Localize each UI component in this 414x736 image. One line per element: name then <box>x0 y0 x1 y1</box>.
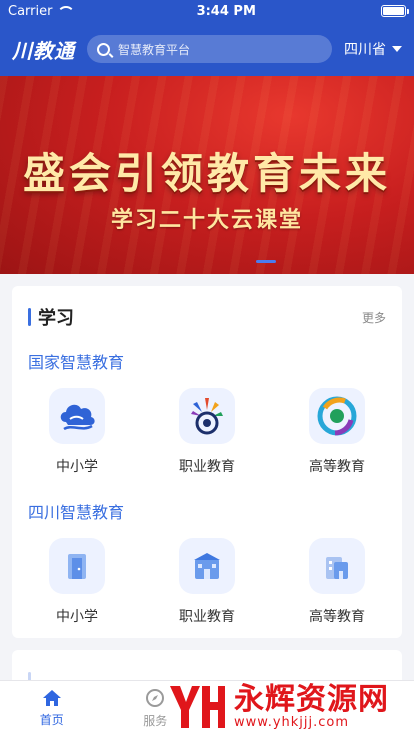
search-input[interactable]: 智慧教育平台 <box>87 35 332 63</box>
banner-title: 盛会引领教育未来 <box>22 149 391 198</box>
banner-subtitle: 学习二十大云课堂 <box>110 208 303 233</box>
tab-bar: 首页 服务 <box>0 680 414 736</box>
national-section-title: 国家智慧教育 <box>28 353 125 372</box>
clock: 3:44 PM <box>196 3 256 19</box>
compass-icon <box>146 689 165 707</box>
banner-carousel[interactable]: 盛会引领教育未来 学习二十大云课堂 <box>0 76 414 274</box>
nav-bar: 川教通 智慧教育平台 四川省 <box>0 22 414 76</box>
sichuan-higher-item[interactable]: 高等教育 <box>272 538 402 626</box>
home-icon <box>42 690 61 706</box>
title-accent-bar <box>28 308 31 326</box>
search-icon <box>97 42 110 56</box>
national-vocational-item[interactable]: 职业教育 <box>142 388 272 476</box>
tab-label: 首页 <box>39 713 64 727</box>
more-link[interactable]: 更多 <box>362 309 386 326</box>
carrier-label: Carrier <box>8 3 53 19</box>
region-selector[interactable]: 四川省 <box>344 39 402 59</box>
higher-ed-logo-icon <box>309 388 365 444</box>
search-placeholder: 智慧教育平台 <box>118 42 191 57</box>
item-label: 高等教育 <box>309 459 365 475</box>
caret-down-icon <box>392 46 402 52</box>
card-header: 学习 更多 <box>28 304 386 330</box>
national-higher-item[interactable]: 高等教育 <box>272 388 402 476</box>
item-label: 中小学 <box>56 609 98 625</box>
tab-home[interactable]: 首页 <box>0 681 104 736</box>
door-icon <box>49 538 105 594</box>
tab-label: 服务 <box>143 714 168 728</box>
card-title-group: 学习 <box>28 304 74 330</box>
carrier-group: Carrier <box>8 3 76 19</box>
vocational-logo-icon <box>179 388 235 444</box>
item-label: 中小学 <box>56 459 98 475</box>
national-grid: 中小学 职业教育 高等教育 <box>12 388 402 476</box>
sichuan-grid: 中小学 职业教育 高等教育 <box>12 538 402 626</box>
item-label: 高等教育 <box>309 609 365 625</box>
sichuan-primary-item[interactable]: 中小学 <box>12 538 142 626</box>
sichuan-section-title: 四川智慧教育 <box>28 503 125 522</box>
header: Carrier 3:44 PM 川教通 智慧教育平台 四川省 <box>0 0 414 76</box>
tab-service[interactable]: 服务 <box>104 681 208 736</box>
cloud-icon <box>49 388 105 444</box>
building-icon <box>309 538 365 594</box>
item-label: 职业教育 <box>179 609 235 625</box>
tab-placeholder-4[interactable] <box>311 681 414 736</box>
battery-icon <box>380 5 409 17</box>
card-title: 学习 <box>38 308 74 329</box>
sichuan-vocational-item[interactable]: 职业教育 <box>142 538 272 626</box>
national-primary-item[interactable]: 中小学 <box>12 388 142 476</box>
study-card: 学习 更多 国家智慧教育 中小学 职业教育 高等教育 四川智慧教育 中小学 职业… <box>12 286 402 638</box>
item-label: 职业教育 <box>179 459 235 475</box>
status-bar: Carrier 3:44 PM <box>0 0 414 22</box>
wifi-icon <box>57 6 76 16</box>
tab-placeholder-3[interactable] <box>207 681 311 736</box>
carousel-indicator <box>256 260 276 263</box>
building-icon <box>179 538 235 594</box>
app-logo: 川教通 <box>12 38 75 63</box>
region-label: 四川省 <box>344 42 386 58</box>
